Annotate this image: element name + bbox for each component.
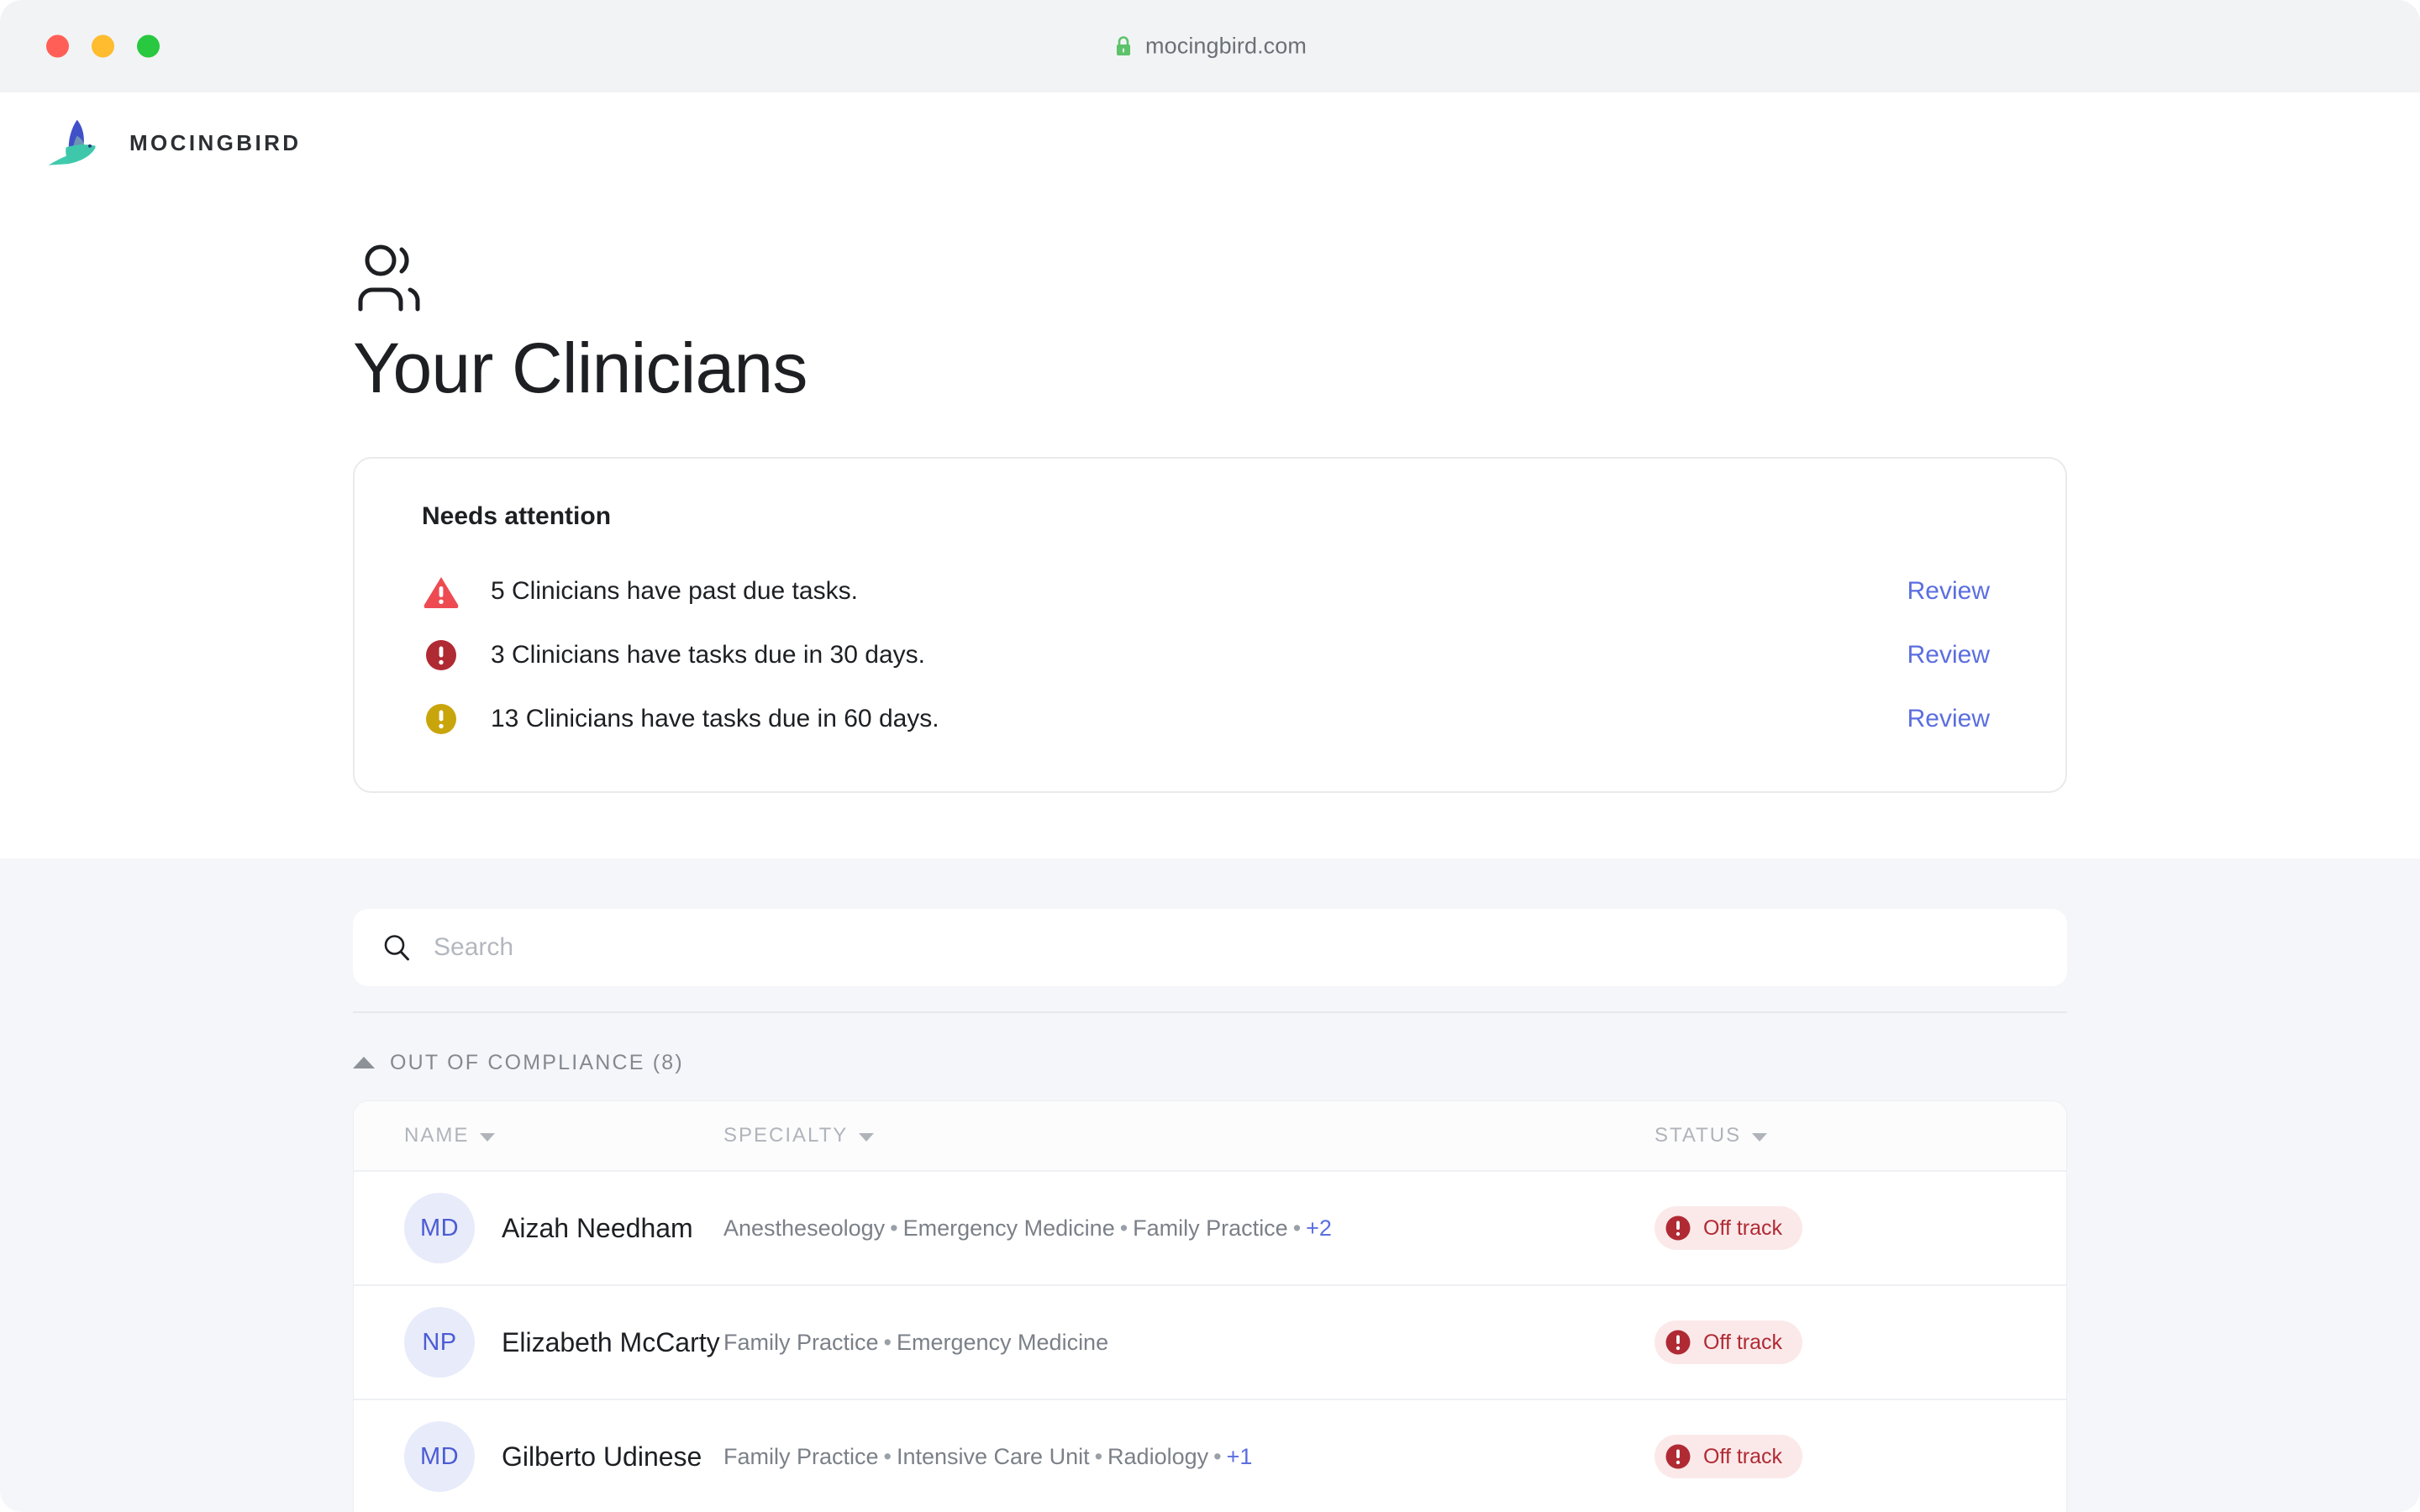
specialty-item: Intensive Care Unit	[897, 1444, 1090, 1469]
clinician-name-cell: NP Elizabeth McCarty	[404, 1307, 723, 1378]
search-icon	[381, 932, 412, 963]
browser-titlebar: mocingbird.com	[0, 0, 2420, 92]
specialty-separator: •	[1090, 1444, 1107, 1469]
column-header-name-label: NAME	[404, 1124, 469, 1147]
section-divider	[353, 1011, 2067, 1013]
specialty-more-link[interactable]: +1	[1227, 1444, 1253, 1469]
brand-logo[interactable]: MOCINGBIRD	[47, 118, 301, 168]
needs-attention-card: Needs attention 5 Clinicians have past d…	[353, 457, 2067, 793]
specialty-separator: •	[1208, 1444, 1226, 1469]
specialty-separator: •	[1288, 1215, 1306, 1241]
specialty-item: Emergency Medicine	[903, 1215, 1115, 1241]
column-header-specialty-label: SPECIALTY	[723, 1124, 848, 1147]
alert-circle-icon	[422, 638, 460, 672]
attention-text: 5 Clinicians have past due tasks.	[491, 577, 1907, 606]
attention-text: 13 Clinicians have tasks due in 60 days.	[491, 705, 1907, 733]
site-header: MOCINGBIRD	[0, 92, 2420, 193]
table-row[interactable]: MD Aizah Needham Anestheseology•Emergenc…	[354, 1172, 2066, 1286]
column-header-status-label: STATUS	[1655, 1124, 1741, 1147]
attention-row: 5 Clinicians have past due tasks. Review	[422, 559, 2013, 623]
specialty-separator: •	[885, 1215, 902, 1241]
chevron-down-icon	[480, 1133, 495, 1142]
clinician-name-cell: MD Gilberto Udinese	[404, 1421, 723, 1492]
column-header-status[interactable]: STATUS	[1655, 1124, 2016, 1147]
clinician-status-cell: Off track	[1655, 1206, 2016, 1250]
browser-window: mocingbird.com MOCINGBIRD	[0, 0, 2420, 1512]
search-bar[interactable]	[353, 909, 2067, 986]
attention-text: 3 Clinicians have tasks due in 30 days.	[491, 641, 1907, 669]
avatar: NP	[404, 1307, 475, 1378]
clinician-name: Aizah Needham	[502, 1213, 693, 1244]
mocingbird-bird-logo-icon	[47, 118, 111, 168]
brand-name: MOCINGBIRD	[129, 130, 301, 156]
avatar: MD	[404, 1193, 475, 1263]
alert-circle-icon	[1665, 1443, 1691, 1470]
out-of-compliance-section-header[interactable]: OUT OF COMPLIANCE (8)	[353, 1025, 2067, 1100]
clinician-name: Gilberto Udinese	[502, 1441, 702, 1473]
address-bar[interactable]: mocingbird.com	[0, 34, 2420, 60]
alert-circle-icon	[1665, 1329, 1691, 1356]
table-header-row: NAME SPECIALTY STATUS	[354, 1101, 2066, 1172]
alert-circle-icon	[422, 702, 460, 736]
attention-row: 3 Clinicians have tasks due in 30 days. …	[422, 623, 2013, 687]
clinicians-table: NAME SPECIALTY STATUS	[353, 1100, 2067, 1512]
section-label: OUT OF COMPLIANCE (8)	[390, 1051, 684, 1075]
lock-icon	[1113, 34, 1134, 58]
specialty-separator: •	[879, 1330, 897, 1355]
page-title: Your Clinicians	[353, 331, 2067, 405]
caret-up-icon	[353, 1057, 375, 1068]
page-content: MOCINGBIRD Your Clinicians Needs attent	[0, 92, 2420, 1512]
needs-attention-title: Needs attention	[422, 502, 2013, 531]
table-row[interactable]: MD Gilberto Udinese Family Practice•Inte…	[354, 1400, 2066, 1512]
clinician-status-cell: Off track	[1655, 1320, 2016, 1364]
specialty-item: Family Practice	[723, 1330, 879, 1355]
users-icon	[355, 242, 439, 314]
chevron-down-icon	[1752, 1133, 1767, 1142]
review-link-past-due[interactable]: Review	[1907, 577, 2013, 606]
review-link-due-60[interactable]: Review	[1907, 705, 2013, 733]
specialty-separator: •	[879, 1444, 897, 1469]
specialty-item: Radiology	[1107, 1444, 1208, 1469]
clinician-specialty-cell: Family Practice•Intensive Care Unit•Radi…	[723, 1444, 1655, 1470]
hero-section: Your Clinicians Needs attention 5 Clinic	[0, 193, 2420, 858]
alert-circle-icon	[1665, 1215, 1691, 1242]
clinician-specialty-cell: Anestheseology•Emergency Medicine•Family…	[723, 1215, 1655, 1242]
specialty-item: Family Practice	[1133, 1215, 1288, 1241]
status-badge: Off track	[1655, 1206, 1802, 1250]
clinician-specialty-cell: Family Practice•Emergency Medicine	[723, 1330, 1655, 1356]
warning-triangle-icon	[422, 575, 460, 608]
specialty-item: Anestheseology	[723, 1215, 885, 1241]
specialty-more-link[interactable]: +2	[1306, 1215, 1332, 1241]
status-badge-label: Off track	[1703, 1331, 1782, 1355]
search-input[interactable]	[434, 909, 2039, 986]
clinician-name: Elizabeth McCarty	[502, 1327, 720, 1358]
status-badge-label: Off track	[1703, 1216, 1782, 1241]
table-row[interactable]: NP Elizabeth McCarty Family Practice•Eme…	[354, 1286, 2066, 1400]
specialty-separator: •	[1115, 1215, 1133, 1241]
clinician-name-cell: MD Aizah Needham	[404, 1193, 723, 1263]
review-link-due-30[interactable]: Review	[1907, 641, 2013, 669]
column-header-specialty[interactable]: SPECIALTY	[723, 1124, 1655, 1147]
attention-row: 13 Clinicians have tasks due in 60 days.…	[422, 687, 2013, 751]
clinician-status-cell: Off track	[1655, 1435, 2016, 1478]
specialty-item: Emergency Medicine	[897, 1330, 1108, 1355]
chevron-down-icon	[859, 1133, 874, 1142]
url-text: mocingbird.com	[1145, 34, 1307, 60]
hero-spacer	[0, 793, 2420, 858]
specialty-item: Family Practice	[723, 1444, 879, 1469]
column-header-name[interactable]: NAME	[404, 1124, 723, 1147]
status-badge: Off track	[1655, 1435, 1802, 1478]
avatar: MD	[404, 1421, 475, 1492]
status-badge: Off track	[1655, 1320, 1802, 1364]
status-badge-label: Off track	[1703, 1445, 1782, 1469]
clinician-list-section: OUT OF COMPLIANCE (8) NAME SPECIALTY	[0, 858, 2420, 1512]
